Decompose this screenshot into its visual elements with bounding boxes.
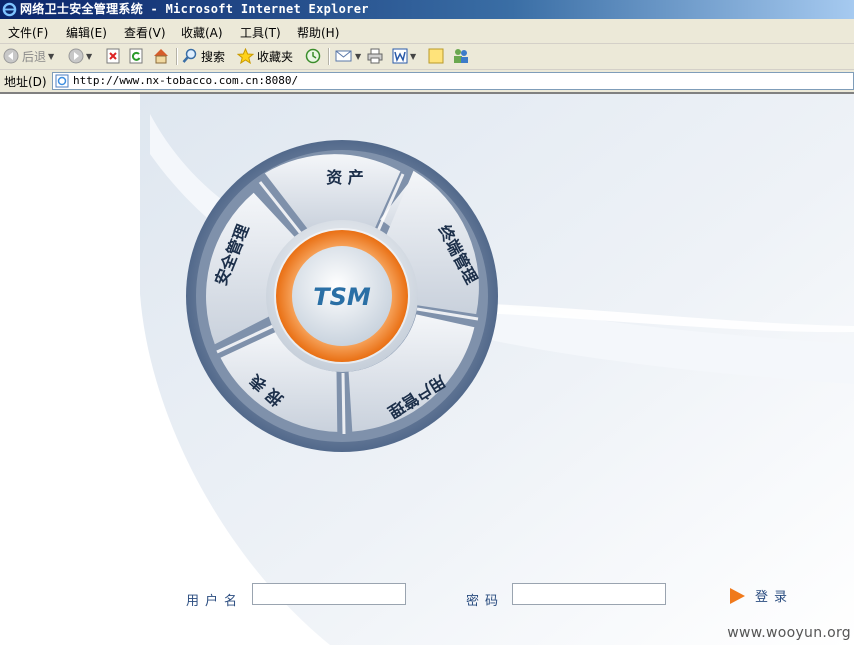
print-icon bbox=[367, 48, 383, 64]
edit-dropdown-icon[interactable]: ▼ bbox=[410, 52, 416, 61]
page-icon bbox=[55, 74, 69, 88]
home-button[interactable] bbox=[152, 47, 170, 65]
password-input[interactable] bbox=[512, 583, 666, 605]
menu-help[interactable]: 帮助(H) bbox=[297, 24, 339, 41]
favorites-star-icon bbox=[237, 48, 254, 64]
refresh-button[interactable] bbox=[129, 47, 144, 65]
forward-button[interactable]: ▼ bbox=[68, 47, 92, 65]
menu-view[interactable]: 查看(V) bbox=[124, 24, 166, 41]
search-button[interactable]: 搜索 bbox=[182, 47, 225, 65]
wheel-segment-users[interactable]: 用户管理 bbox=[385, 372, 449, 422]
forward-arrow-icon bbox=[68, 48, 84, 64]
edit-word-button[interactable]: ▼ bbox=[392, 47, 416, 65]
password-label: 密码 bbox=[466, 594, 505, 609]
window-title: 网络卫士安全管理系统 - Microsoft Internet Explorer bbox=[20, 2, 369, 16]
wheel-segment-reports[interactable]: 报 表 bbox=[245, 370, 286, 410]
page-content: 资 产 终端管理 用户管理 报 表 安全管理 TSM 用户名 密码 登录 www… bbox=[0, 94, 854, 645]
wheel-segment-assets[interactable]: 资 产 bbox=[326, 168, 364, 187]
favorites-button[interactable]: 收藏夹 bbox=[237, 47, 293, 65]
menu-bar: 文件(F) 编辑(E) 查看(V) 收藏(A) 工具(T) 帮助(H) bbox=[0, 19, 854, 44]
menu-favorites[interactable]: 收藏(A) bbox=[181, 24, 223, 41]
back-arrow-icon bbox=[3, 48, 19, 64]
mail-button[interactable]: ▼ bbox=[335, 47, 361, 65]
menu-file[interactable]: 文件(F) bbox=[8, 24, 48, 41]
note-icon bbox=[428, 48, 444, 64]
search-label: 搜索 bbox=[201, 49, 226, 64]
username-label: 用户名 bbox=[186, 594, 244, 609]
address-input[interactable]: http://www.nx-tobacco.com.cn:8080/ bbox=[52, 72, 854, 90]
wheel-segment-security[interactable]: 安全管理 bbox=[211, 222, 253, 288]
stop-button[interactable] bbox=[106, 47, 121, 65]
favorites-label: 收藏夹 bbox=[257, 49, 294, 64]
toolbar-separator bbox=[328, 48, 330, 65]
mail-dropdown-icon[interactable]: ▼ bbox=[355, 52, 361, 61]
search-icon bbox=[182, 48, 197, 63]
print-button[interactable] bbox=[367, 47, 383, 65]
history-button[interactable] bbox=[305, 47, 321, 65]
address-bar: 地址(D) http://www.nx-tobacco.com.cn:8080/ bbox=[0, 70, 854, 94]
login-button-label: 登录 bbox=[755, 590, 794, 605]
back-dropdown-icon[interactable]: ▼ bbox=[48, 52, 54, 61]
tsm-logo-text: TSM bbox=[313, 283, 371, 311]
login-button[interactable]: 登录 bbox=[730, 586, 793, 605]
ie-logo-icon bbox=[2, 2, 17, 17]
refresh-icon bbox=[129, 48, 143, 64]
window-title-bar: 网络卫士安全管理系统 - Microsoft Internet Explorer bbox=[0, 0, 854, 19]
play-arrow-icon bbox=[730, 587, 745, 604]
discuss-button[interactable] bbox=[428, 47, 444, 65]
back-button[interactable]: 后退 ▼ bbox=[3, 47, 54, 65]
home-icon bbox=[154, 49, 168, 64]
messenger-button[interactable] bbox=[452, 47, 470, 65]
back-label: 后退 bbox=[22, 49, 47, 64]
wheel-labels: 资 产 终端管理 用户管理 报 表 安全管理 TSM bbox=[211, 168, 481, 422]
forward-dropdown-icon[interactable]: ▼ bbox=[86, 52, 92, 61]
messenger-icon bbox=[454, 49, 468, 63]
mail-icon bbox=[335, 50, 352, 62]
address-label: 地址(D) bbox=[4, 75, 47, 89]
menu-edit[interactable]: 编辑(E) bbox=[66, 24, 107, 41]
toolbar: 后退 ▼ ▼ 搜索 收藏夹 ▼ ▼ bbox=[0, 44, 854, 70]
address-url: http://www.nx-tobacco.com.cn:8080/ bbox=[73, 74, 299, 87]
username-input[interactable] bbox=[252, 583, 406, 605]
stop-icon bbox=[106, 48, 120, 64]
history-icon bbox=[305, 48, 321, 64]
wheel-segment-terminal[interactable]: 终端管理 bbox=[434, 222, 481, 287]
watermark: www.wooyun.org bbox=[727, 625, 851, 641]
word-icon bbox=[392, 48, 408, 64]
menu-tools[interactable]: 工具(T) bbox=[240, 24, 281, 41]
toolbar-separator bbox=[176, 48, 178, 65]
